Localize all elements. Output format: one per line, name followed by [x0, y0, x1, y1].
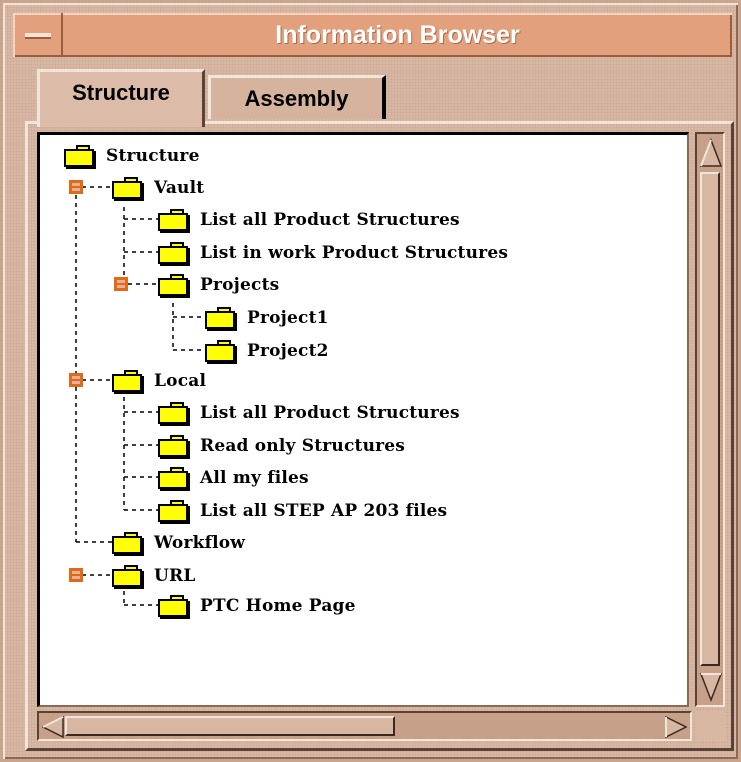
tree-node-label: All my files	[200, 468, 309, 488]
tree-node-label: Projects	[200, 275, 280, 295]
scroll-right-arrow-icon[interactable]	[665, 716, 687, 738]
scroll-left-arrow-icon[interactable]	[42, 716, 64, 738]
tab-structure[interactable]: Structure	[37, 69, 205, 127]
window-menu-button[interactable]	[13, 13, 63, 57]
tree-node-label: Structure	[106, 146, 200, 166]
tree-node-url[interactable]: URL	[112, 561, 196, 591]
expander-url[interactable]	[69, 568, 83, 582]
folder-icon	[158, 402, 188, 424]
folder-icon	[158, 500, 188, 522]
tree-node-label: List in work Product Structures	[200, 243, 509, 263]
tree-node-label: Project2	[247, 341, 329, 361]
folder-icon	[158, 209, 188, 231]
tree-node-project2[interactable]: Project2	[205, 336, 329, 366]
vertical-scroll-thumb[interactable]	[700, 172, 720, 666]
horizontal-scrollbar[interactable]	[37, 711, 692, 741]
tree-node-all-my-files[interactable]: All my files	[158, 463, 309, 493]
tree-node-label: PTC Home Page	[200, 596, 356, 616]
folder-icon	[158, 595, 188, 617]
tree-node-ptc-home-page[interactable]: PTC Home Page	[158, 591, 356, 621]
tree-node-label: Vault	[154, 178, 205, 198]
folder-icon	[64, 145, 94, 167]
folder-icon	[205, 307, 235, 329]
folder-icon	[158, 435, 188, 457]
folder-icon	[158, 467, 188, 489]
tree-node-workflow[interactable]: Workflow	[112, 528, 245, 558]
folder-icon	[112, 177, 142, 199]
tree-node-label: List all Product Structures	[200, 210, 460, 230]
tab-assembly-label: Assembly	[244, 85, 349, 111]
tree-node-local[interactable]: Local	[112, 366, 206, 396]
expander-local[interactable]	[69, 373, 83, 387]
tree-node-projects[interactable]: Projects	[158, 270, 279, 300]
tree-node-local-list-all[interactable]: List all Product Structures	[158, 398, 460, 428]
tree-node-vault-list-all[interactable]: List all Product Structures	[158, 205, 460, 235]
scroll-up-arrow-icon[interactable]	[700, 138, 722, 168]
vertical-scrollbar[interactable]	[695, 132, 725, 707]
tree-view[interactable]: Structure Vault List all Product Structu…	[37, 132, 689, 707]
tree-node-project1[interactable]: Project1	[205, 303, 329, 333]
folder-icon	[158, 242, 188, 264]
title-bar[interactable]: Information Browser	[13, 13, 732, 57]
folder-icon	[112, 565, 142, 587]
tree-node-label: Local	[154, 371, 207, 391]
tree-node-label: List all Product Structures	[200, 403, 460, 423]
window-menu-icon	[25, 33, 51, 39]
tree-node-root[interactable]: Structure	[64, 141, 200, 171]
tree-node-label: List all STEP AP 203 files	[200, 501, 448, 521]
folder-icon	[112, 370, 142, 392]
expander-projects[interactable]	[114, 277, 128, 291]
expander-vault[interactable]	[69, 180, 83, 194]
tree-node-vault[interactable]: Vault	[112, 173, 204, 203]
tree-node-vault-list-in-work[interactable]: List in work Product Structures	[158, 238, 508, 268]
window-title: Information Browser	[275, 21, 520, 49]
tree-node-label: URL	[154, 566, 196, 586]
folder-icon	[158, 274, 188, 296]
tree-node-label: Read only Structures	[200, 436, 406, 456]
tree-node-label: Project1	[247, 308, 329, 328]
folder-icon	[112, 532, 142, 554]
folder-icon	[205, 340, 235, 362]
tab-assembly[interactable]: Assembly	[208, 75, 386, 119]
information-browser-window: Information Browser Assembly Structure S…	[0, 0, 741, 762]
tree-node-read-only[interactable]: Read only Structures	[158, 431, 405, 461]
horizontal-scroll-thumb[interactable]	[65, 716, 395, 736]
tab-structure-label: Structure	[72, 79, 170, 105]
scrollbar-corner	[695, 711, 725, 741]
tree-node-label: Workflow	[154, 533, 246, 553]
scroll-down-arrow-icon[interactable]	[700, 672, 722, 702]
tree-node-step-ap203[interactable]: List all STEP AP 203 files	[158, 496, 447, 526]
